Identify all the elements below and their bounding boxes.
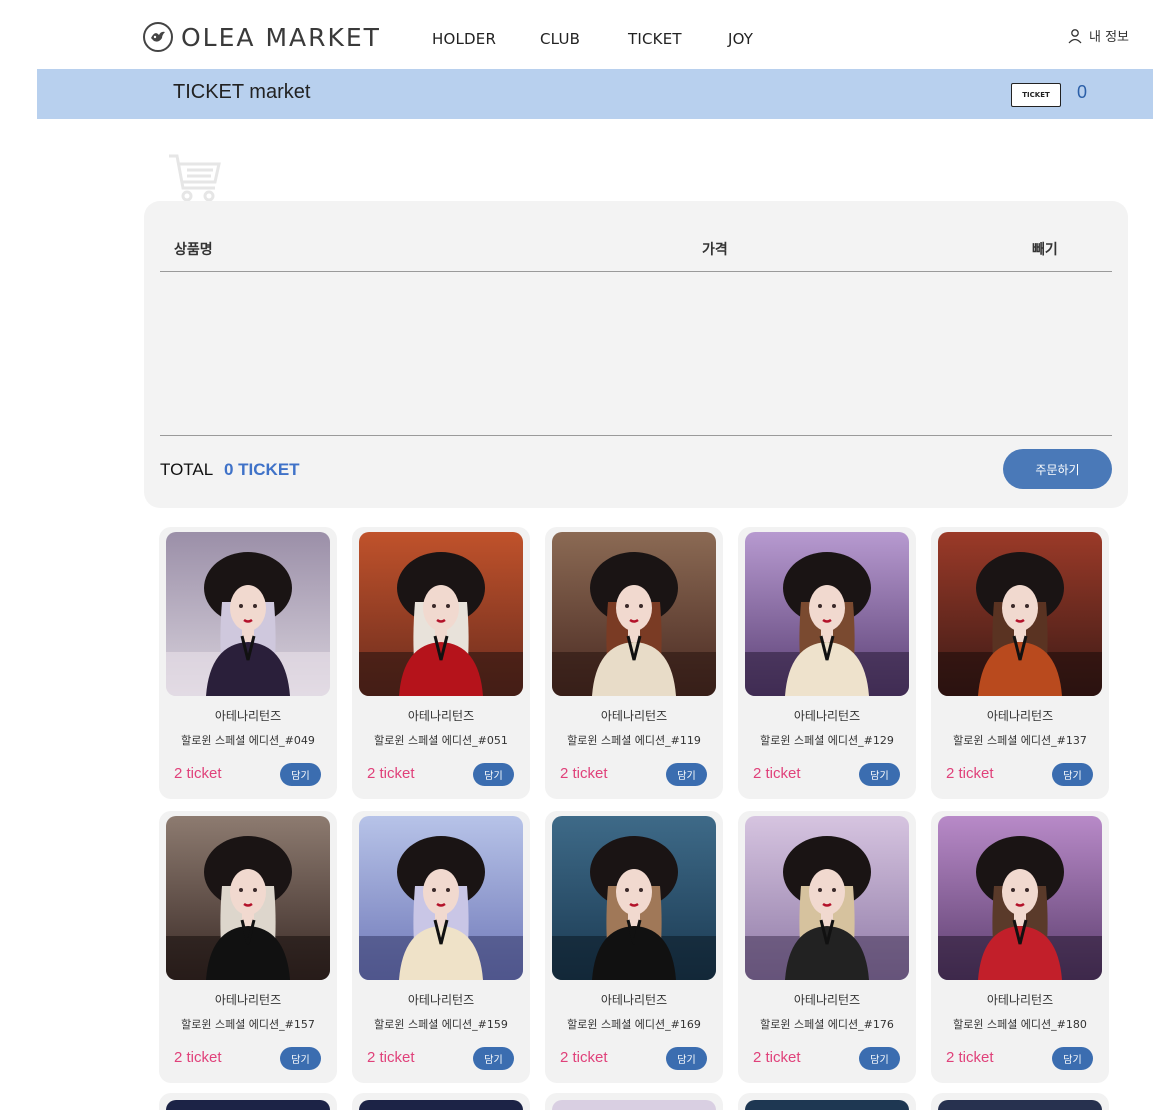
product-brand: 아테나리턴즈 xyxy=(600,709,668,723)
add-to-cart-button[interactable]: 담기 xyxy=(473,1047,514,1070)
product-card[interactable]: 아테나리턴즈할로윈 스페셜 에디션_#129 2 ticket 담기 xyxy=(738,527,916,799)
nav-joy[interactable]: JOY xyxy=(728,30,753,48)
product-image[interactable] xyxy=(938,532,1102,696)
header-divider xyxy=(160,271,1112,272)
ticket-badge-label: TICKET xyxy=(1022,91,1050,99)
product-image[interactable] xyxy=(938,816,1102,980)
product-brand: 아테나리턴즈 xyxy=(986,993,1054,1007)
nav-ticket[interactable]: TICKET xyxy=(628,30,682,48)
product-image[interactable] xyxy=(166,816,330,980)
total-value: 0 TICKET xyxy=(224,460,300,479)
product-image[interactable] xyxy=(359,1100,523,1110)
product-brand: 아테나리턴즈 xyxy=(793,709,861,723)
product-price: 2 ticket xyxy=(560,765,608,782)
product-price: 2 ticket xyxy=(753,1049,801,1066)
logo[interactable]: OLEA MARKET xyxy=(143,22,381,52)
product-name: 할로윈 스페셜 에디션_#129 xyxy=(760,734,894,747)
product-card-partial[interactable] xyxy=(352,1093,530,1110)
product-card[interactable]: 아테나리턴즈할로윈 스페셜 에디션_#157 2 ticket 담기 xyxy=(159,811,337,1083)
nav-holder[interactable]: HOLDER xyxy=(432,30,496,48)
product-image[interactable] xyxy=(166,1100,330,1110)
product-brand: 아테나리턴즈 xyxy=(407,709,475,723)
product-image[interactable] xyxy=(938,1100,1102,1110)
product-price: 2 ticket xyxy=(367,1049,415,1066)
add-to-cart-button[interactable]: 담기 xyxy=(666,1047,707,1070)
ticket-icon: TICKET xyxy=(1011,83,1061,107)
product-card[interactable]: 아테나리턴즈할로윈 스페셜 에디션_#051 2 ticket 담기 xyxy=(352,527,530,799)
product-image[interactable] xyxy=(552,1100,716,1110)
cart-icon xyxy=(169,154,221,202)
product-image[interactable] xyxy=(745,532,909,696)
add-to-cart-button[interactable]: 담기 xyxy=(280,1047,321,1070)
add-to-cart-button[interactable]: 담기 xyxy=(859,1047,900,1070)
product-image[interactable] xyxy=(552,532,716,696)
product-price: 2 ticket xyxy=(560,1049,608,1066)
user-icon xyxy=(1068,28,1082,43)
my-info-label: 내 정보 xyxy=(1088,30,1129,45)
product-card[interactable]: 아테나리턴즈할로윈 스페셜 에디션_#119 2 ticket 담기 xyxy=(545,527,723,799)
cart-panel: 상품명 가격 빼기 TOTAL 0 TICKET 주문하기 xyxy=(144,201,1128,508)
my-info-link[interactable]: 내 정보 xyxy=(1067,26,1129,45)
col-remove: 빼기 xyxy=(1032,242,1058,258)
product-card-partial[interactable] xyxy=(545,1093,723,1110)
product-price: 2 ticket xyxy=(946,1049,994,1066)
product-image[interactable] xyxy=(359,816,523,980)
footer-divider xyxy=(160,435,1112,436)
product-card[interactable]: 아테나리턴즈할로윈 스페셜 에디션_#180 2 ticket 담기 xyxy=(931,811,1109,1083)
product-card-partial[interactable] xyxy=(159,1093,337,1110)
product-image[interactable] xyxy=(745,1100,909,1110)
product-name: 할로윈 스페셜 에디션_#159 xyxy=(374,1018,508,1031)
top-navigation: OLEA MARKET HOLDER CLUB TICKET JOY 내 정보 xyxy=(0,0,1153,70)
product-image[interactable] xyxy=(745,816,909,980)
add-to-cart-button[interactable]: 담기 xyxy=(1052,1047,1093,1070)
product-card[interactable]: 아테나리턴즈할로윈 스페셜 에디션_#137 2 ticket 담기 xyxy=(931,527,1109,799)
logo-text: OLEA MARKET xyxy=(181,22,381,52)
product-price: 2 ticket xyxy=(946,765,994,782)
product-name: 할로윈 스페셜 에디션_#119 xyxy=(567,734,701,747)
product-card[interactable]: 아테나리턴즈할로윈 스페셜 에디션_#159 2 ticket 담기 xyxy=(352,811,530,1083)
order-button[interactable]: 주문하기 xyxy=(1003,449,1112,489)
product-price: 2 ticket xyxy=(367,765,415,782)
product-image[interactable] xyxy=(552,816,716,980)
product-name: 할로윈 스페셜 에디션_#137 xyxy=(953,734,1087,747)
product-price: 2 ticket xyxy=(753,765,801,782)
product-name: 할로윈 스페셜 에디션_#051 xyxy=(374,734,508,747)
page-title: TICKET market xyxy=(173,81,311,103)
add-to-cart-button[interactable]: 담기 xyxy=(1052,763,1093,786)
product-brand: 아테나리턴즈 xyxy=(407,993,475,1007)
product-card[interactable]: 아테나리턴즈할로윈 스페셜 에디션_#049 2 ticket 담기 xyxy=(159,527,337,799)
product-card-partial[interactable] xyxy=(931,1093,1109,1110)
product-name: 할로윈 스페셜 에디션_#176 xyxy=(760,1018,894,1031)
product-name: 할로윈 스페셜 에디션_#180 xyxy=(953,1018,1087,1031)
add-to-cart-button[interactable]: 담기 xyxy=(666,763,707,786)
product-name: 할로윈 스페셜 에디션_#049 xyxy=(181,734,315,747)
product-brand: 아테나리턴즈 xyxy=(793,993,861,1007)
product-price: 2 ticket xyxy=(174,765,222,782)
product-name: 할로윈 스페셜 에디션_#169 xyxy=(567,1018,701,1031)
product-name: 할로윈 스페셜 에디션_#157 xyxy=(181,1018,315,1031)
product-image[interactable] xyxy=(359,532,523,696)
col-price: 가격 xyxy=(702,242,728,258)
add-to-cart-button[interactable]: 담기 xyxy=(473,763,514,786)
product-image[interactable] xyxy=(166,532,330,696)
ticket-market-band: TICKET market TICKET 0 xyxy=(37,69,1153,119)
product-brand: 아테나리턴즈 xyxy=(986,709,1054,723)
add-to-cart-button[interactable]: 담기 xyxy=(859,763,900,786)
product-card-partial[interactable] xyxy=(738,1093,916,1110)
add-to-cart-button[interactable]: 담기 xyxy=(280,763,321,786)
product-brand: 아테나리턴즈 xyxy=(214,709,282,723)
product-price: 2 ticket xyxy=(174,1049,222,1066)
product-card[interactable]: 아테나리턴즈할로윈 스페셜 에디션_#176 2 ticket 담기 xyxy=(738,811,916,1083)
product-brand: 아테나리턴즈 xyxy=(214,993,282,1007)
total-label: TOTAL xyxy=(160,460,214,479)
product-card[interactable]: 아테나리턴즈할로윈 스페셜 에디션_#169 2 ticket 담기 xyxy=(545,811,723,1083)
nav-club[interactable]: CLUB xyxy=(540,30,580,48)
product-brand: 아테나리턴즈 xyxy=(600,993,668,1007)
col-product-name: 상품명 xyxy=(174,242,213,258)
olea-bird-icon xyxy=(143,22,173,52)
ticket-count: 0 xyxy=(1077,82,1088,102)
